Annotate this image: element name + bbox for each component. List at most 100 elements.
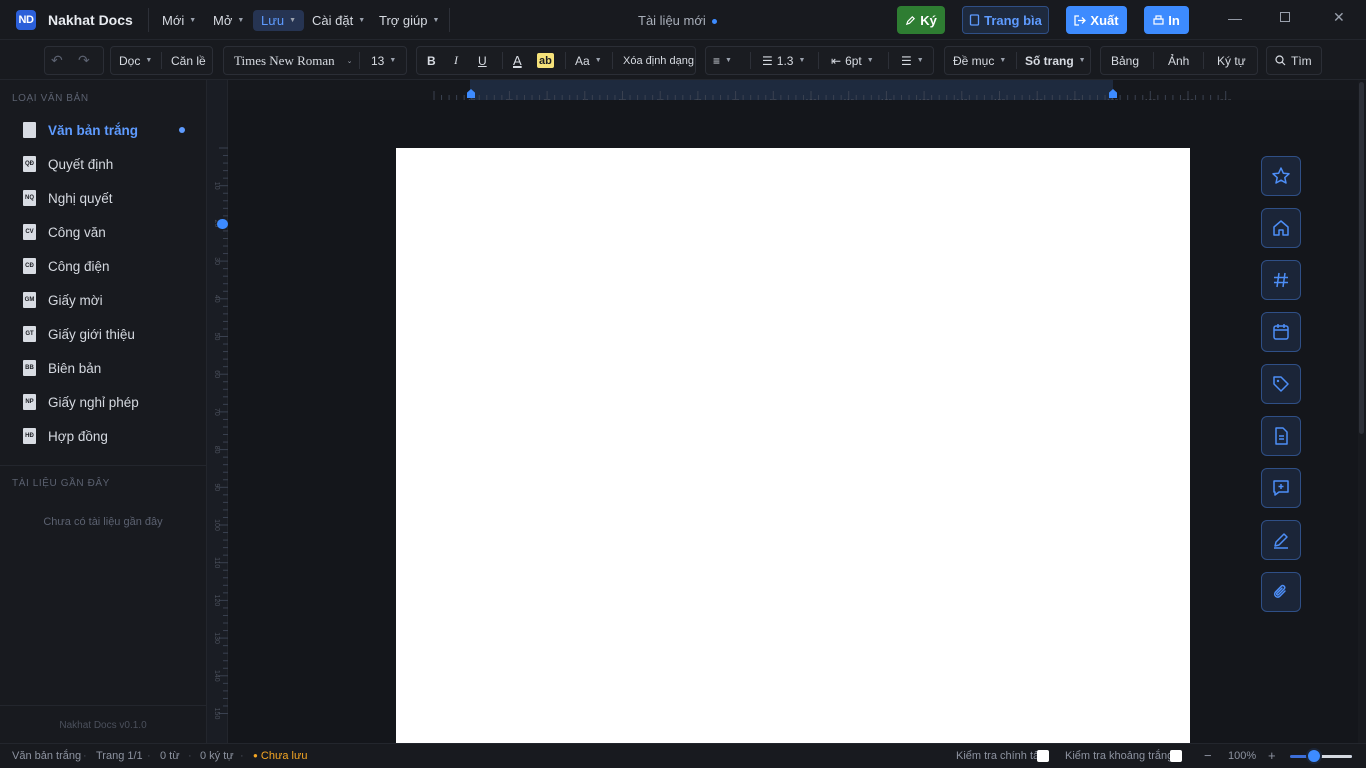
status-char-count: 0 ký tự	[200, 750, 234, 762]
redo-icon[interactable]: ↷	[78, 46, 90, 75]
ruler-label: 80	[213, 446, 220, 454]
text-color-button[interactable]: A	[513, 46, 522, 75]
sidebar-item-official-letter[interactable]: CV Công văn	[0, 219, 206, 245]
book-icon	[969, 14, 980, 26]
menu-save[interactable]: Lưu ▼	[253, 10, 305, 31]
ruler-label: 120	[213, 595, 220, 607]
insert-symbol-button[interactable]: Ký tự	[1217, 46, 1246, 75]
tag-icon	[1273, 376, 1289, 392]
status-save-state: ● Chưa lưu	[253, 750, 308, 762]
attach-button[interactable]	[1261, 572, 1301, 612]
sign-button[interactable]: Ký	[897, 6, 945, 34]
menu-new[interactable]: Mới ▼	[154, 10, 204, 31]
document-icon: GM	[23, 292, 36, 308]
cover-page-button[interactable]: Trang bìa	[962, 6, 1049, 34]
list-dropdown[interactable]: ☰ ▼	[901, 46, 924, 75]
sidebar-item-telegram[interactable]: CĐ Công điện	[0, 253, 206, 279]
italic-button[interactable]: I	[454, 46, 458, 75]
document-button[interactable]	[1261, 416, 1301, 456]
sidebar: LOẠI VĂN BẢN Văn bản trắng QĐ Quyết định …	[0, 80, 207, 743]
underline-button[interactable]: U	[478, 46, 487, 75]
export-button[interactable]: Xuất	[1066, 6, 1127, 34]
formatting-toolbar: ↶ ↷ Dọc ▼ Căn lề Times New Roman ⌄ 13 ▼ B I…	[0, 40, 1366, 80]
tag-button[interactable]	[1261, 364, 1301, 404]
close-icon[interactable]: ✕	[1333, 9, 1345, 26]
print-button[interactable]: In	[1144, 6, 1189, 34]
section-title-doc-types: LOẠI VĂN BẢN	[12, 93, 89, 104]
signature-button[interactable]	[1261, 520, 1301, 560]
favorite-button[interactable]	[1261, 156, 1301, 196]
spellcheck-label: Kiểm tra chính tả	[956, 750, 1040, 762]
bold-button[interactable]: B	[427, 46, 436, 75]
whitespace-check-checkbox[interactable]	[1170, 750, 1182, 762]
list-icon: ☰	[901, 53, 912, 68]
menu-help[interactable]: Trợ giúp ▼	[371, 10, 447, 31]
menu-open[interactable]: Mở ▼	[205, 10, 252, 31]
document-icon: CV	[23, 224, 36, 240]
undo-icon[interactable]: ↶	[51, 46, 63, 75]
document-icon: CĐ	[23, 258, 36, 274]
margins-button[interactable]: Căn lề	[171, 46, 206, 75]
number-button[interactable]	[1261, 260, 1301, 300]
orientation-dropdown[interactable]: Dọc ▼	[119, 46, 152, 75]
sidebar-item-introduction[interactable]: GT Giấy giới thiệu	[0, 321, 206, 347]
sidebar-item-blank[interactable]: Văn bản trắng	[0, 117, 206, 143]
scrollbar-thumb[interactable]	[1359, 82, 1364, 434]
heading-dropdown[interactable]: Đề mục ▼	[953, 46, 1006, 75]
ruler-label: 100	[213, 519, 220, 531]
calendar-icon	[1273, 324, 1289, 340]
insert-table-button[interactable]: Bảng	[1111, 46, 1139, 75]
clear-format-button[interactable]: Xóa định dạng	[623, 46, 694, 75]
document-icon	[23, 122, 36, 138]
maximize-icon[interactable]	[1280, 12, 1290, 22]
paragraph-group	[705, 46, 934, 75]
comment-add-icon	[1273, 480, 1289, 496]
ruler-label: 10	[213, 182, 220, 190]
zoom-in-button[interactable]: +	[1268, 748, 1276, 763]
ruler-label: 150	[213, 708, 220, 720]
date-button[interactable]	[1261, 312, 1301, 352]
star-icon	[1272, 167, 1290, 184]
document-page[interactable]	[396, 148, 1190, 743]
case-dropdown[interactable]: Aa ▼	[575, 46, 602, 75]
status-doc-type: Văn bản trắng	[12, 750, 82, 762]
paperclip-icon	[1273, 584, 1286, 598]
ruler-label: 50	[213, 333, 220, 341]
zoom-slider-knob[interactable]	[1306, 748, 1322, 764]
sidebar-item-decision[interactable]: QĐ Quyết định	[0, 151, 206, 177]
app-name: Nakhat Docs	[48, 12, 133, 28]
menu-settings[interactable]: Cài đặt ▼	[304, 10, 373, 31]
highlight-button[interactable]: ab	[537, 53, 554, 68]
ruler-label: 110	[213, 557, 220, 568]
hash-icon	[1274, 272, 1288, 288]
add-comment-button[interactable]	[1261, 468, 1301, 508]
page-number-dropdown[interactable]: Số trang ▼	[1025, 46, 1086, 75]
status-bar: Văn bản trắng · Trang 1/1 · 0 từ · 0 ký …	[0, 743, 1366, 768]
home-button[interactable]	[1261, 208, 1301, 248]
vertical-ruler: 102030405060708090100110120130140150	[207, 80, 228, 743]
align-dropdown[interactable]: ≡ ▼	[713, 46, 732, 75]
ruler-label: 70	[213, 408, 220, 416]
ruler-label: 90	[213, 483, 220, 491]
spellcheck-checkbox[interactable]	[1037, 750, 1049, 762]
sidebar-item-leave[interactable]: NP Giấy nghỉ phép	[0, 389, 206, 415]
paragraph-spacing-dropdown[interactable]: ⇤ 6pt ▼	[831, 46, 874, 75]
search-icon	[1275, 55, 1286, 66]
find-button[interactable]: Tìm	[1275, 46, 1312, 75]
document-icon	[1275, 427, 1288, 445]
sidebar-item-contract[interactable]: HĐ Hợp đồng	[0, 423, 206, 449]
sidebar-item-minutes[interactable]: BB Biên bản	[0, 355, 206, 381]
line-spacing-icon: ☰	[762, 53, 773, 68]
minimize-icon[interactable]: —	[1228, 10, 1242, 26]
recent-empty-text: Chưa có tài liệu gần đây	[43, 516, 163, 528]
sidebar-item-invitation[interactable]: GM Giấy mời	[0, 287, 206, 313]
ruler-margin-handle[interactable]	[217, 219, 228, 229]
line-spacing-dropdown[interactable]: ☰ 1.3 ▼	[762, 46, 805, 75]
zoom-out-button[interactable]: −	[1204, 748, 1212, 763]
insert-image-button[interactable]: Ảnh	[1168, 46, 1189, 75]
sidebar-item-resolution[interactable]: NQ Nghị quyết	[0, 185, 206, 211]
font-size-dropdown[interactable]: 13 ▼	[371, 46, 396, 75]
document-icon: BB	[23, 360, 36, 376]
font-family-dropdown[interactable]: Times New Roman ⌄	[234, 46, 353, 75]
zoom-level: 100%	[1228, 750, 1257, 762]
